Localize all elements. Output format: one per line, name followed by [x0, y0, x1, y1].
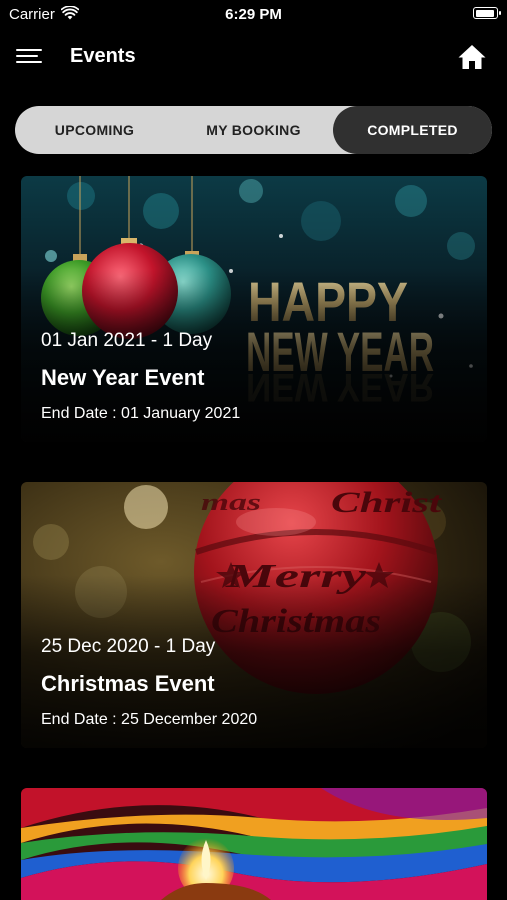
svg-text:Christ: Christ	[331, 486, 443, 519]
event-end-date: End Date : 01 January 2021	[41, 405, 241, 422]
tab-completed[interactable]: COMPLETED	[333, 106, 492, 154]
tab-my-booking[interactable]: MY BOOKING	[174, 106, 333, 154]
page-title: Events	[70, 45, 136, 67]
event-card-christmas[interactable]: Merry Christmas Christ mas 25 Dec 2020 -…	[21, 482, 487, 748]
event-card-diwali[interactable]	[21, 788, 487, 900]
battery-level	[475, 9, 494, 17]
battery-icon	[473, 7, 501, 19]
event-title: New Year Event	[41, 365, 205, 390]
tab-upcoming[interactable]: UPCOMING	[15, 106, 174, 154]
hamburger-menu-icon[interactable]	[16, 44, 44, 68]
event-title: Christmas Event	[41, 671, 215, 696]
diwali-event-image	[21, 788, 487, 900]
navigation-bar: Events	[0, 32, 507, 84]
status-bar: Carrier 6:29 PM	[0, 0, 507, 30]
status-time: 6:29 PM	[225, 6, 282, 23]
event-end-date: End Date : 25 December 2020	[41, 711, 258, 728]
event-date: 25 Dec 2020 - 1 Day	[41, 636, 216, 657]
home-icon[interactable]	[457, 42, 487, 72]
event-tabs: UPCOMING MY BOOKING COMPLETED	[15, 106, 492, 154]
event-date: 01 Jan 2021 - 1 Day	[41, 330, 213, 351]
event-card-new-year[interactable]: HAPPY NEW YEAR NEW YEAR 01 Jan 2021 - 1 …	[21, 176, 487, 442]
